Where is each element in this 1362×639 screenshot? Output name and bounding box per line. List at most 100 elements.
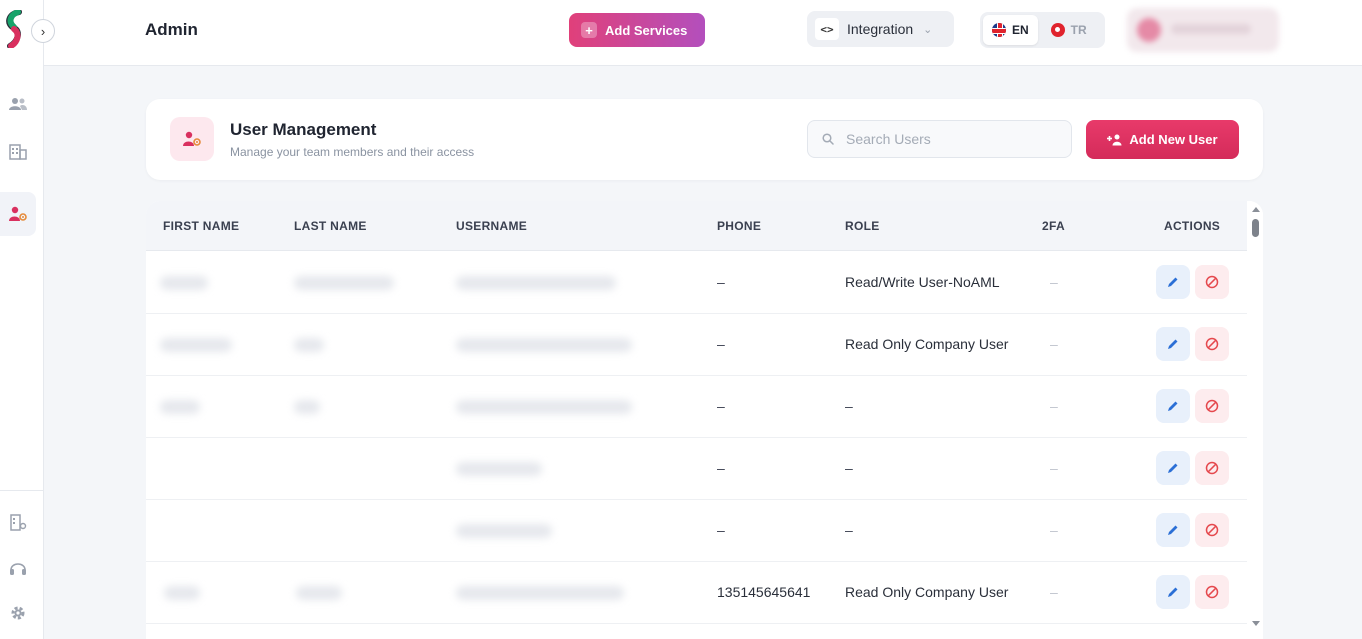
disable-user-button[interactable] <box>1195 389 1229 423</box>
pencil-icon <box>1168 463 1178 473</box>
language-code: EN <box>1012 23 1029 37</box>
edit-user-button[interactable] <box>1156 389 1190 423</box>
table-header: FIRST NAME LAST NAME USERNAME PHONE ROLE… <box>146 201 1247 251</box>
sidebar-item-company-settings[interactable] <box>0 500 36 544</box>
add-new-user-button[interactable]: Add New User <box>1086 120 1239 159</box>
last-name-redacted <box>294 400 320 414</box>
ban-icon <box>1205 585 1219 599</box>
uk-flag-icon <box>992 23 1006 37</box>
building-icon <box>9 144 27 160</box>
gear-icon <box>11 606 25 620</box>
phone-cell: – <box>717 460 725 476</box>
last-name-redacted <box>294 276 394 290</box>
edit-user-button[interactable] <box>1156 265 1190 299</box>
column-header-role[interactable]: ROLE <box>845 219 880 233</box>
add-new-user-label: Add New User <box>1129 132 1218 147</box>
username-redacted <box>456 462 542 476</box>
table-row: – – – <box>146 500 1247 562</box>
sidebar-item-settings[interactable] <box>0 591 36 635</box>
brand-logo-icon <box>6 10 22 48</box>
disable-user-button[interactable] <box>1195 451 1229 485</box>
edit-user-button[interactable] <box>1156 575 1190 609</box>
username-redacted <box>456 586 624 600</box>
scroll-down-arrow-icon[interactable] <box>1252 621 1260 626</box>
twofa-cell: – <box>1050 584 1058 600</box>
sidebar-toggle-button[interactable]: › <box>31 19 55 43</box>
role-cell: Read Only Company User <box>845 584 1009 600</box>
user-profile-menu[interactable] <box>1127 8 1279 52</box>
ban-icon <box>1205 461 1219 475</box>
page-title: Admin <box>145 20 198 39</box>
twofa-cell: – <box>1050 274 1058 290</box>
column-header-last-name[interactable]: LAST NAME <box>294 219 367 233</box>
language-switcher: EN TR <box>980 12 1105 48</box>
table-row: – – – <box>146 438 1247 500</box>
sidebar-item-companies[interactable] <box>0 129 36 173</box>
pencil-icon <box>1168 339 1178 349</box>
username-redacted <box>456 400 632 414</box>
first-name-redacted <box>164 586 200 600</box>
scrollbar-thumb[interactable] <box>1252 219 1259 237</box>
column-header-2fa[interactable]: 2FA <box>1042 219 1065 233</box>
section-title: User Management <box>230 120 377 139</box>
sidebar-item-users[interactable] <box>0 82 36 126</box>
scroll-up-arrow-icon[interactable] <box>1252 207 1260 212</box>
column-header-first-name[interactable]: FIRST NAME <box>163 219 239 233</box>
first-name-redacted <box>160 338 232 352</box>
table-row: 135145645641 Read Only Company User – <box>146 562 1247 624</box>
integration-dropdown[interactable]: <> Integration ⌄ <box>807 11 954 47</box>
role-cell: – <box>845 398 853 414</box>
plus-icon: + <box>581 22 597 38</box>
username-redacted <box>456 276 616 290</box>
edit-user-button[interactable] <box>1156 513 1190 547</box>
language-option-en[interactable]: EN <box>983 15 1038 45</box>
twofa-cell: – <box>1050 522 1058 538</box>
phone-cell: 135145645641 <box>717 584 811 600</box>
search-icon <box>822 133 834 145</box>
code-icon: <> <box>815 18 839 40</box>
column-header-phone[interactable]: PHONE <box>717 219 761 233</box>
building-settings-icon <box>10 514 27 531</box>
pencil-icon <box>1168 587 1178 597</box>
ban-icon <box>1205 337 1219 351</box>
disable-user-button[interactable] <box>1195 513 1229 547</box>
username-redacted <box>456 524 552 538</box>
edit-user-button[interactable] <box>1156 327 1190 361</box>
disable-user-button[interactable] <box>1195 575 1229 609</box>
language-option-tr[interactable]: TR <box>1042 15 1096 45</box>
disable-user-button[interactable] <box>1195 265 1229 299</box>
sidebar-item-support[interactable] <box>0 546 36 590</box>
last-name-redacted <box>296 586 342 600</box>
sidebar-item-user-management[interactable] <box>0 192 36 236</box>
add-services-button[interactable]: + Add Services <box>569 13 705 47</box>
avatar <box>1137 18 1161 42</box>
search-box <box>807 120 1072 158</box>
twofa-cell: – <box>1050 398 1058 414</box>
phone-cell: – <box>717 522 725 538</box>
role-cell: Read Only Company User <box>845 336 1009 352</box>
add-services-label: Add Services <box>605 22 688 38</box>
user-management-header-card: User Management Manage your team members… <box>146 99 1263 180</box>
support-icon <box>10 563 26 575</box>
role-cell: – <box>845 460 853 476</box>
ban-icon <box>1205 523 1219 537</box>
pencil-icon <box>1168 401 1178 411</box>
twofa-cell: – <box>1050 336 1058 352</box>
user-settings-icon <box>183 131 201 146</box>
user-management-badge <box>170 117 214 161</box>
profile-name-redacted <box>1171 24 1251 34</box>
table-row: – Read/Write User-NoAML – <box>146 252 1247 314</box>
pencil-icon <box>1168 525 1178 535</box>
edit-user-button[interactable] <box>1156 451 1190 485</box>
search-input[interactable] <box>846 131 1046 147</box>
top-header: Admin + Add Services <> Integration ⌄ EN… <box>44 0 1362 66</box>
section-subtitle: Manage your team members and their acces… <box>230 145 475 159</box>
first-name-redacted <box>160 276 208 290</box>
column-header-username[interactable]: USERNAME <box>456 219 527 233</box>
table-scrollbar[interactable] <box>1247 201 1263 639</box>
sidebar <box>0 0 44 639</box>
ban-icon <box>1205 275 1219 289</box>
twofa-cell: – <box>1050 460 1058 476</box>
disable-user-button[interactable] <box>1195 327 1229 361</box>
table-row: – – – <box>146 376 1247 438</box>
